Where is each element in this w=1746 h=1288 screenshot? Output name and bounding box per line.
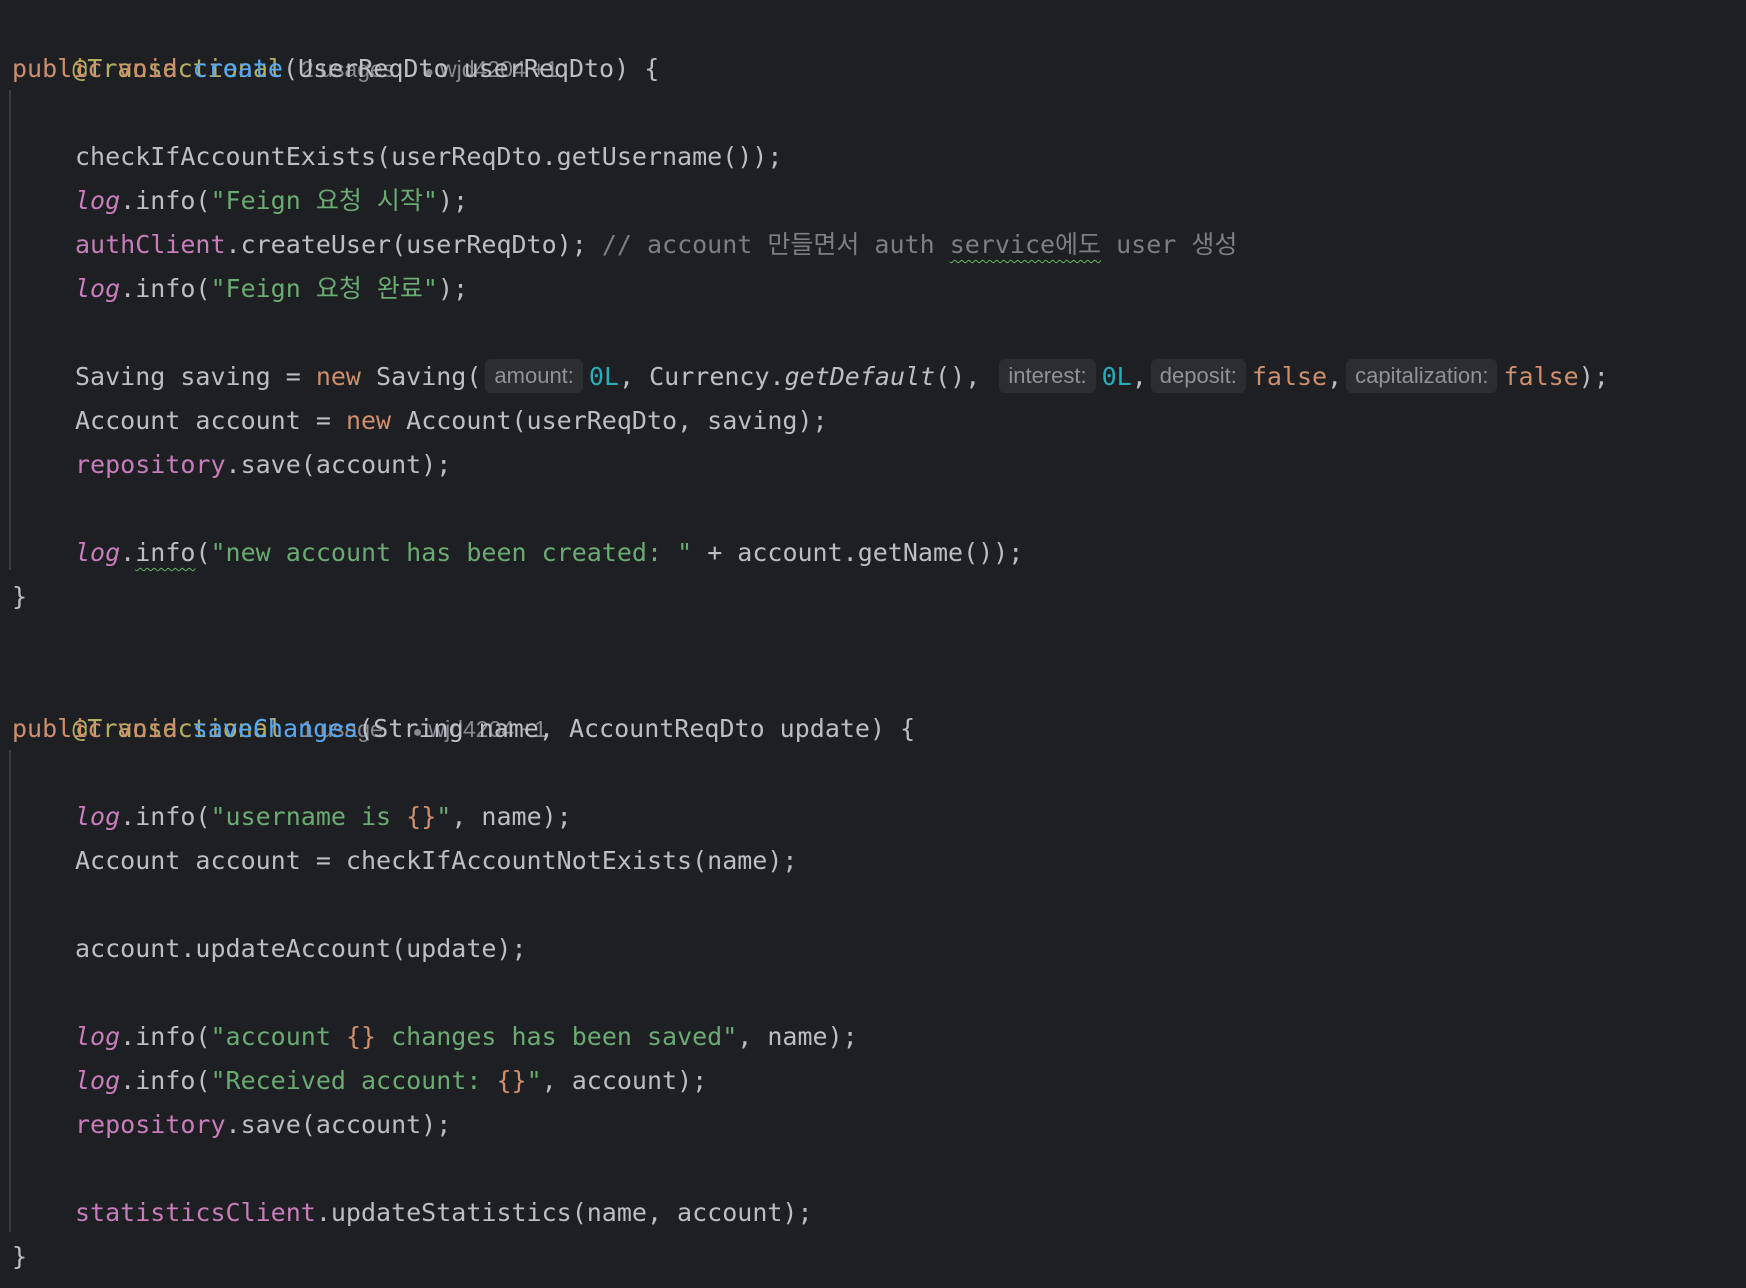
log-field: log [75,1022,121,1051]
punct: , name); [737,1022,858,1051]
code-line: authClient.createUser(userReqDto); // ac… [12,223,1237,267]
parameters: (UserReqDto userReqDto) { [282,54,660,83]
punct: ( [195,538,211,567]
param-hint: deposit: [1150,359,1246,393]
field: repository [75,450,226,479]
field: repository [75,1110,226,1139]
string-literal: "Received account: [210,1066,497,1095]
indent-guide [9,750,11,1232]
keyword: void [117,54,178,83]
code-line: repository.save(account); [12,443,451,487]
punct: . [120,538,136,567]
log-field: log [75,186,121,215]
code-line: log.info("username is {}", name); [12,795,572,839]
static-call: getDefault [784,362,936,391]
field: authClient [75,230,226,259]
string-literal: "username is [210,802,407,831]
method-signature: public void create(UserReqDto userReqDto… [12,47,659,91]
call: .info( [120,802,211,831]
code-editor[interactable]: @Transactional 2 usages ● wjd4204 +1 public… [0,0,1746,1288]
bool-literal: false [1251,362,1328,391]
warned-call[interactable]: info [135,538,195,567]
call: .info( [120,274,211,303]
call: .createUser(userReqDto); [225,230,602,259]
call: + account.getName()); [692,538,1024,567]
punct: , Currency. [619,362,785,391]
string-literal: " [436,802,452,831]
keyword: public [12,54,103,83]
punct: , [1131,362,1147,391]
comment: // account 만들면서 auth [601,230,950,259]
string-literal: "account [210,1022,346,1051]
placeholder: {} [496,1066,527,1095]
annotation-line: @Transactional 1 usage ● wjd4204 +1 [12,663,547,743]
code-line: Saving saving = new Saving(amount: 0L, Cu… [12,355,1609,399]
string-literal: changes has been saved" [376,1022,738,1051]
punct: , [1327,362,1343,391]
keyword: void [117,714,178,743]
code-line: account.updateAccount(update); [12,927,527,971]
method-signature: public void saveChanges(String name, Acc… [12,707,915,751]
code-line: checkIfAccountExists(userReqDto.getUsern… [12,135,782,179]
string-literal: "new account has been created: " [210,538,693,567]
punct: ); [437,186,469,215]
string-literal: "Feign 요청 완료" [210,274,438,303]
statement: checkIfAccountExists(userReqDto.getUsern… [75,142,783,171]
declaration: Account account = [75,406,346,435]
parameters: (String name, AccountReqDto update) { [358,714,916,743]
punct: ); [437,274,469,303]
method-name[interactable]: create [193,54,283,83]
typo-word[interactable]: service에도 [950,230,1101,259]
bool-literal: false [1503,362,1579,391]
log-field: log [75,802,121,831]
code-line: statisticsClient.updateStatistics(name, … [12,1191,813,1235]
call: .info( [120,1022,211,1051]
code-line: log.info("Feign 요청 완료"); [12,267,468,311]
call: .info( [120,1066,211,1095]
closing-brace: } [12,1242,28,1271]
closing-brace: } [12,582,28,611]
log-field: log [75,538,121,567]
call: .info( [120,186,211,215]
string-literal: " [526,1066,542,1095]
placeholder: {} [345,1022,377,1051]
method-name[interactable]: saveChanges [193,714,359,743]
declaration: Saving saving = [75,362,316,391]
code-line: log.info("Received account: {}", account… [12,1059,707,1103]
code-line: repository.save(account); [12,1103,451,1147]
keyword: new [315,362,361,391]
statement: account.updateAccount(update); [75,934,527,963]
code-line: log.info("new account has been created: … [12,531,1023,575]
punct: (), [935,362,996,391]
call: .save(account); [225,1110,452,1139]
param-hint: amount: [485,359,583,393]
call: .save(account); [225,450,452,479]
keyword: public [12,714,103,743]
log-field: log [75,274,121,303]
log-field: log [75,1066,121,1095]
punct: , name); [451,802,572,831]
field: statisticsClient [75,1198,316,1227]
code-line: Account account = new Account(userReqDto… [12,399,828,443]
call: .updateStatistics(name, account); [315,1198,813,1227]
number-literal: 0L [588,362,620,391]
placeholder: {} [406,802,437,831]
code-line: log.info("Feign 요청 시작"); [12,179,468,223]
constructor: Saving( [360,362,482,391]
statement: Account account = checkIfAccountNotExist… [75,846,798,875]
keyword: new [345,406,392,435]
number-literal: 0L [1101,362,1132,391]
param-hint: interest: [999,359,1096,393]
string-literal: "Feign 요청 시작" [210,186,438,215]
constructor: Account(userReqDto, saving); [391,406,828,435]
code-line: Account account = checkIfAccountNotExist… [12,839,797,883]
code-line: log.info("account {} changes has been sa… [12,1015,858,1059]
punct: , account); [541,1066,708,1095]
comment: user 생성 [1101,230,1238,259]
punct: ); [1578,362,1609,391]
annotation-line: @Transactional 2 usages ● wjd4204 +1 [12,3,558,83]
param-hint: capitalization: [1346,359,1498,393]
indent-guide [9,90,11,570]
